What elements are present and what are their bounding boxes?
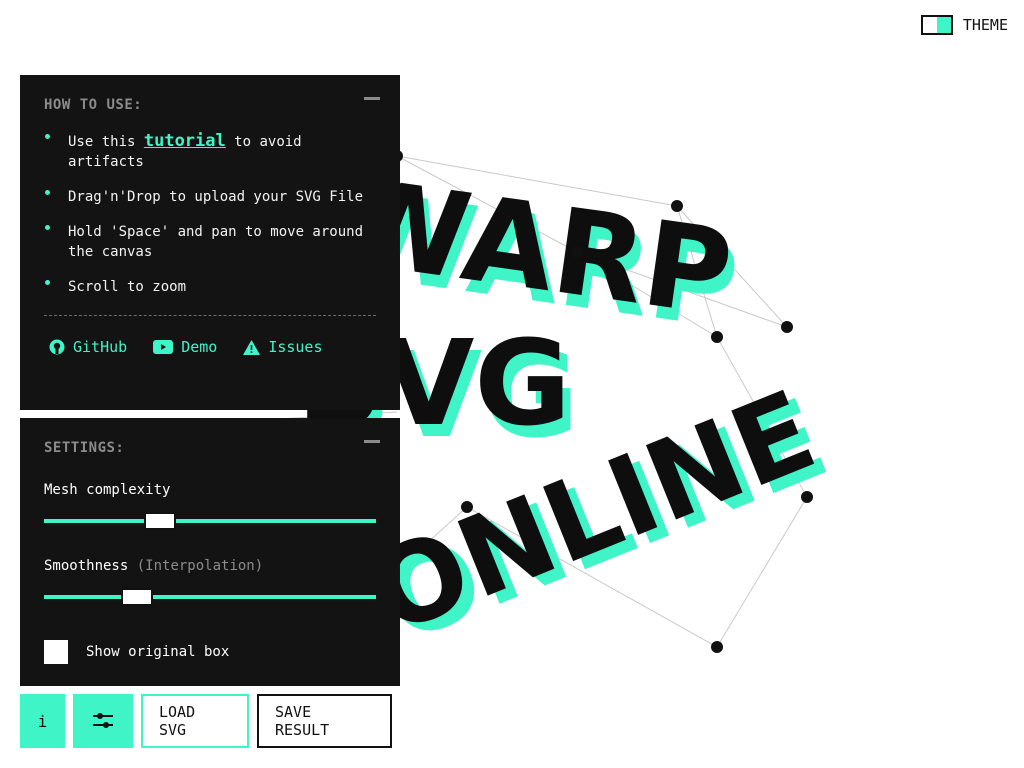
link-row: GitHub Demo Issues [44,338,376,356]
list-item: Drag'n'Drop to upload your SVG File [44,187,376,207]
slider-thumb[interactable] [144,512,177,530]
github-icon [49,339,65,355]
mesh-label: Mesh complexity [44,482,171,498]
theme-swatch-icon [920,15,953,35]
control-point[interactable] [571,246,583,258]
how-to-panel: HOW TO USE: Use this tutorial to avoid a… [20,75,400,410]
warning-icon [243,339,261,355]
theme-toggle[interactable]: THEME [920,15,1008,35]
save-result-button[interactable]: SAVE RESULT [257,694,392,748]
info-button[interactable]: i [20,694,65,748]
show-original-box-row[interactable]: Show original box [44,640,376,664]
minimize-how-to-button[interactable] [364,97,380,100]
show-original-box-checkbox[interactable] [44,640,68,664]
control-point[interactable] [671,200,683,212]
divider [44,315,376,316]
issues-link[interactable]: Issues [243,338,323,356]
list-item: Scroll to zoom [44,277,376,297]
control-point[interactable] [461,501,473,513]
slider-track [44,519,376,523]
github-link[interactable]: GitHub [49,338,127,356]
tutorial-link[interactable]: tutorial [144,131,226,151]
settings-panel: SETTINGS: Mesh complexity Smoothness (In… [20,418,400,686]
slider-thumb[interactable] [120,588,153,606]
bottom-toolbar: i LOAD SVG SAVE RESULT [20,694,392,748]
minimize-settings-button[interactable] [364,440,380,443]
smoothness-slider[interactable] [44,588,376,606]
info-icon: i [37,711,48,731]
smoothness-hint: (Interpolation) [136,558,264,574]
control-point[interactable] [801,491,813,503]
theme-label: THEME [962,16,1008,34]
control-point[interactable] [781,321,793,333]
slider-track [44,595,376,599]
how-to-list: Use this tutorial to avoid artifacts Dra… [44,131,376,297]
sliders-icon [93,713,113,728]
demo-link[interactable]: Demo [153,338,217,356]
how-to-title: HOW TO USE: [44,97,143,113]
list-item: Use this tutorial to avoid artifacts [44,131,376,172]
load-svg-button[interactable]: LOAD SVG [141,694,249,748]
control-point[interactable] [711,641,723,653]
show-original-box-label: Show original box [86,644,230,660]
mesh-complexity-slider[interactable] [44,512,376,530]
list-item: Hold 'Space' and pan to move around the … [44,222,376,262]
settings-toggle-button[interactable] [73,694,133,748]
settings-title: SETTINGS: [44,440,125,456]
control-point[interactable] [711,331,723,343]
youtube-icon [153,340,174,354]
smoothness-label: Smoothness (Interpolation) [44,558,264,574]
